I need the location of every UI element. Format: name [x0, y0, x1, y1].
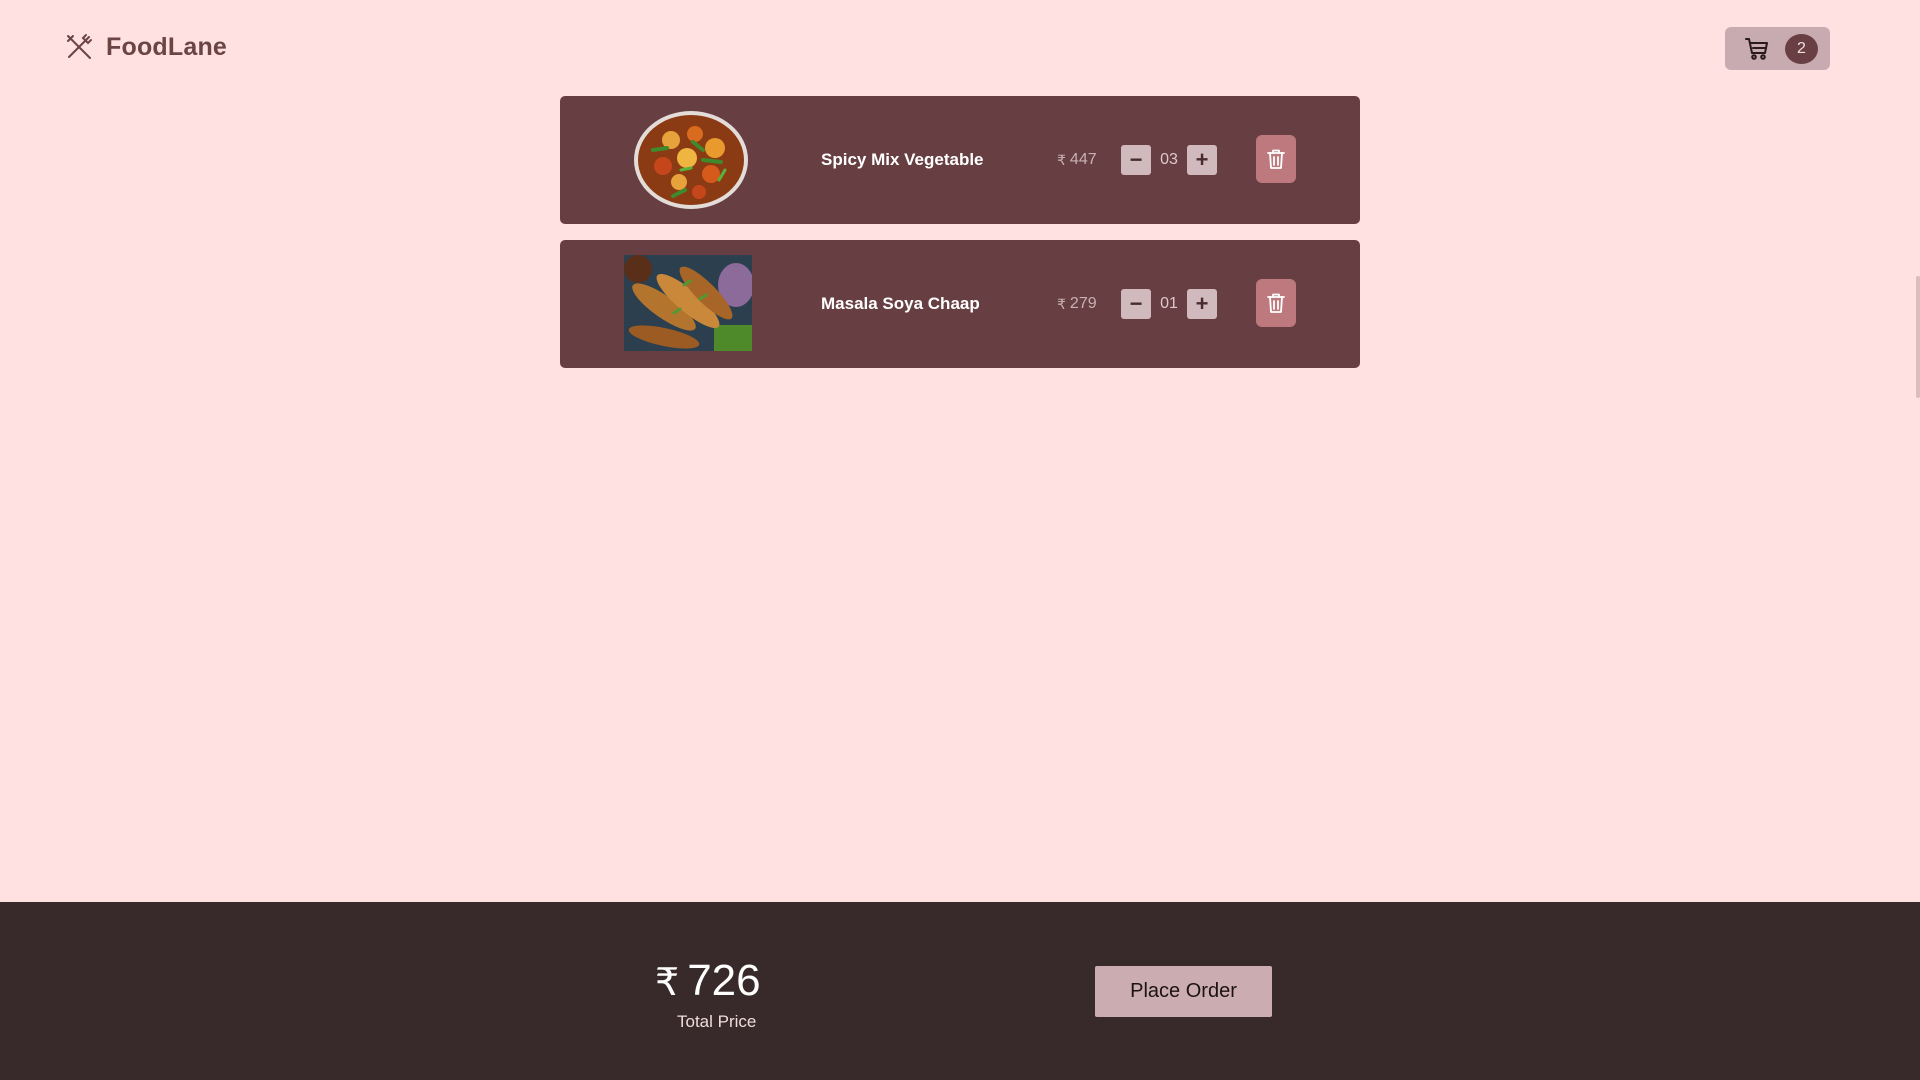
cart-item-list: Spicy Mix Vegetable ₹ 447 − 03 + Masala … — [560, 96, 1360, 368]
quantity-stepper: − 01 + — [1121, 289, 1217, 319]
decrement-button[interactable]: − — [1121, 145, 1151, 175]
price-value: 279 — [1069, 295, 1097, 312]
increment-button[interactable]: + — [1187, 145, 1217, 175]
scrollbar-thumb[interactable] — [1916, 276, 1920, 398]
delete-item-button[interactable] — [1256, 135, 1296, 183]
total-price-value: 726 — [687, 956, 761, 1005]
quantity-value: 03 — [1160, 151, 1178, 168]
cart-page: FoodLane 2 Spicy Mix Vegetable ₹ 447 − 0… — [0, 0, 1920, 1080]
total-price: ₹ 726 — [655, 956, 761, 1006]
shopping-cart-icon — [1745, 37, 1768, 60]
brand-name: FoodLane — [106, 32, 228, 61]
order-footer: ₹ 726 Total Price Place Order — [0, 902, 1920, 1080]
place-order-button[interactable]: Place Order — [1095, 966, 1272, 1017]
cart-item: Spicy Mix Vegetable ₹ 447 − 03 + — [560, 96, 1360, 224]
decrement-button[interactable]: − — [1121, 289, 1151, 319]
spicy-mix-vegetable-image — [634, 111, 748, 209]
cart-item: Masala Soya Chaap ₹ 279 − 01 + — [560, 240, 1360, 368]
item-name: Masala Soya Chaap — [821, 294, 980, 313]
quantity-value: 01 — [1160, 295, 1178, 312]
item-price: ₹ 279 — [1057, 240, 1097, 368]
currency-symbol: ₹ — [1057, 151, 1066, 168]
increment-button[interactable]: + — [1187, 289, 1217, 319]
cart-count-badge: 2 — [1785, 33, 1818, 64]
quantity-stepper: − 03 + — [1121, 145, 1217, 175]
masala-soya-chaap-image — [624, 255, 752, 351]
item-name: Spicy Mix Vegetable — [821, 150, 984, 169]
total-price-label: Total Price — [677, 1012, 757, 1031]
trash-icon — [1267, 149, 1285, 169]
price-value: 447 — [1069, 151, 1097, 168]
brand-logo[interactable]: FoodLane — [64, 32, 227, 62]
currency-symbol: ₹ — [1057, 295, 1066, 312]
delete-item-button[interactable] — [1256, 279, 1296, 327]
trash-icon — [1267, 293, 1285, 313]
cart-button[interactable]: 2 — [1725, 27, 1830, 70]
total-currency-symbol: ₹ — [655, 962, 680, 1004]
fork-knife-icon — [67, 34, 92, 59]
item-price: ₹ 447 — [1057, 96, 1097, 224]
